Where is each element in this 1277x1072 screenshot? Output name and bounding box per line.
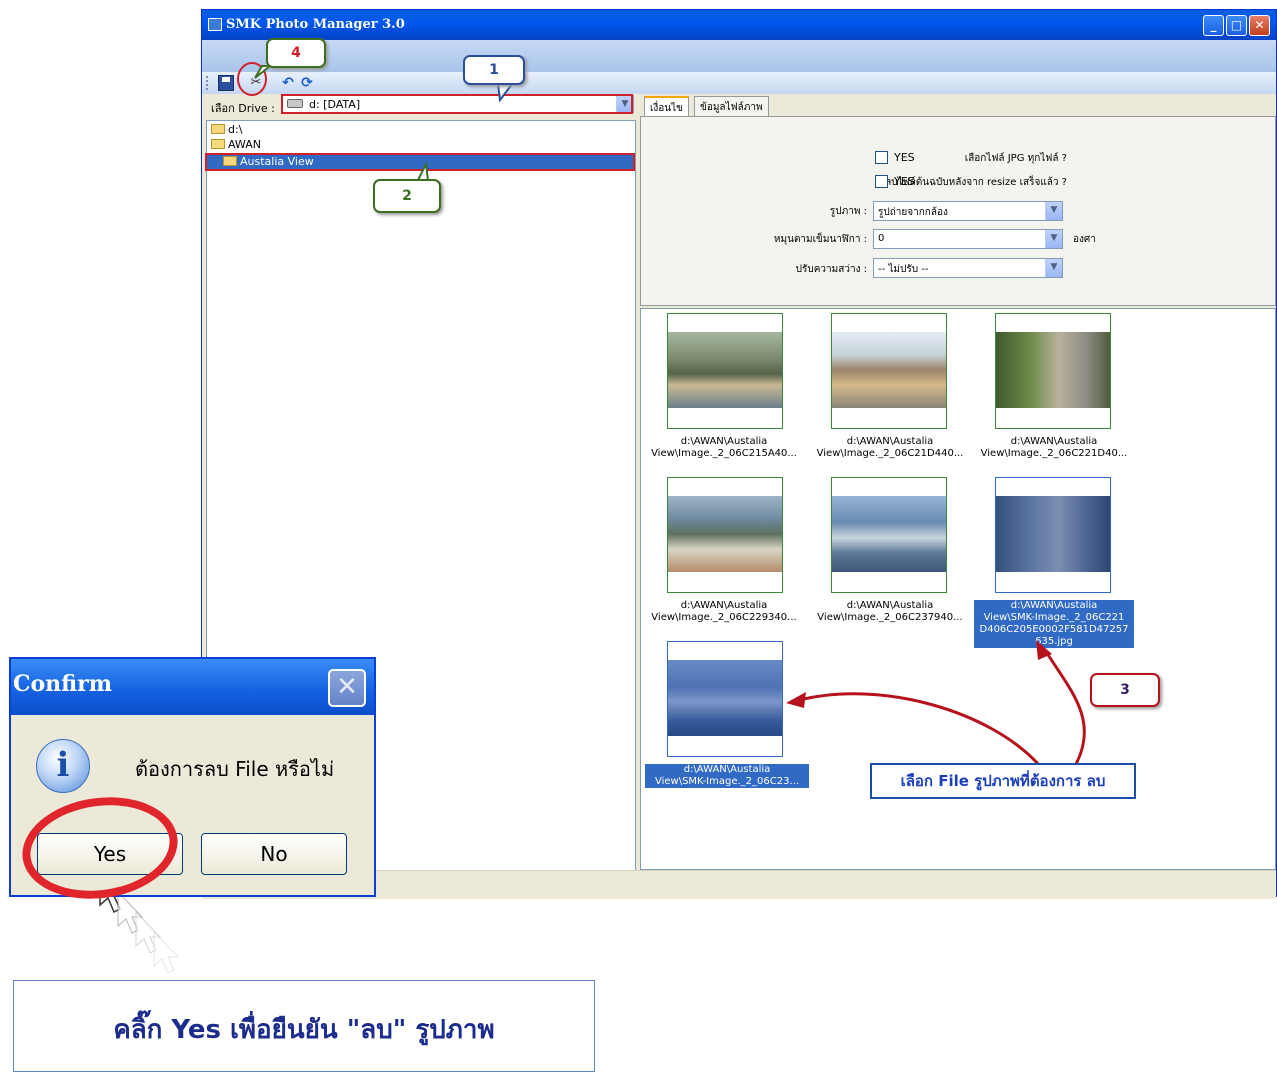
tree-item-root[interactable]: d:\ (211, 123, 242, 137)
refresh-icon[interactable]: ⟳ (299, 75, 315, 91)
lake-village-image (668, 332, 782, 408)
info-icon: i (36, 739, 90, 793)
thumbnail-caption-6: d:\AWAN\Austalia View\SMK-Image._2_06C221… (974, 600, 1134, 648)
caption-line: d:\AWAN\Austalia (680, 600, 768, 611)
cursor-trail-icon (153, 930, 180, 974)
thumbnail-3[interactable] (995, 313, 1111, 429)
street-image-selected (996, 496, 1110, 572)
select-all-label: เลือกไฟล์ JPG ทุกไฟล์ ? (964, 153, 1067, 164)
folder-highlight-box (205, 153, 635, 171)
undo-icon[interactable]: ↶ (280, 75, 296, 91)
no-button[interactable]: No (201, 833, 347, 875)
dialog-title: Confirm (13, 671, 113, 697)
delete-original-checkbox[interactable] (875, 175, 888, 188)
tree-item-label: d:\ (228, 123, 243, 136)
caption-line: 635.jpg (1035, 636, 1073, 647)
tree-item-awan[interactable]: AWAN (211, 138, 261, 152)
caption-line: View\SMK-Image._2_06C221 (983, 612, 1125, 623)
caption-line: d:\AWAN\Austalia (846, 436, 934, 447)
callout-3: 3 (1090, 673, 1160, 707)
dialog-message: ต้องการลบ File หรือไม่ (135, 757, 335, 781)
select-all-yes-text: YES (894, 151, 915, 164)
caption-line: d:\AWAN\Austalia (1010, 436, 1098, 447)
thumbnail-1[interactable] (667, 313, 783, 429)
rotate-unit: องศา (1073, 234, 1096, 245)
caption-line: View\Image._2_06C229340... (651, 612, 797, 623)
thumbnail-caption-3: d:\AWAN\Austalia View\Image._2_06C221D40.… (971, 436, 1137, 460)
chevron-down-icon[interactable]: ▼ (1045, 202, 1062, 220)
thumbnail-caption-7: d:\AWAN\Austalia View\SMK-Image._2_06C23.… (645, 764, 809, 788)
thumbnail-caption-1: d:\AWAN\Austalia View\Image._2_06C215A40.… (641, 436, 807, 460)
brightness-label: ปรับความสว่าง : (795, 264, 867, 275)
app-icon (208, 18, 222, 31)
image-type-label: รูปภาพ : (829, 206, 867, 217)
chevron-down-icon[interactable]: ▼ (1045, 230, 1062, 248)
caption-line: D406C205E0002F581D47257 (979, 624, 1129, 635)
callout-1: 1 (463, 55, 525, 85)
save-icon[interactable] (218, 75, 234, 91)
cut-highlight-ring (237, 62, 267, 96)
church-lake-image (668, 496, 782, 572)
thumbnail-4[interactable] (667, 477, 783, 593)
toolbar: ✂ ↶ ⟳ (202, 72, 1276, 94)
chevron-down-icon[interactable]: ▼ (1045, 259, 1062, 277)
menu-band (202, 40, 1276, 72)
thumbnail-caption-5: d:\AWAN\Austalia View\Image._2_06C237940.… (807, 600, 973, 624)
caption-line: View\Image._2_06C21D440... (816, 448, 964, 459)
thumbnail-caption-4: d:\AWAN\Austalia View\Image._2_06C229340.… (641, 600, 807, 624)
image-type-value: รูปถ่ายจากกล้อง (878, 207, 948, 218)
brightness-value: -- ไม่ปรับ -- (878, 264, 929, 275)
toolbar-grip (206, 76, 210, 90)
caption-line: View\SMK-Image._2_06C23... (654, 776, 800, 787)
tab-conditions[interactable]: เงื่อนไข (644, 96, 690, 116)
cursor-trail-icon (117, 890, 144, 934)
rotate-select[interactable]: 0 ▼ (873, 229, 1063, 249)
close-button[interactable]: ✕ (1249, 15, 1270, 36)
winter-village-image (832, 496, 946, 572)
callout-4: 4 (266, 38, 326, 68)
delete-original-yes-text: YES (894, 175, 915, 188)
drive-label: เลือก Drive : (211, 102, 275, 115)
minimize-button[interactable]: _ (1203, 15, 1224, 36)
select-file-note: เลือก File รูปภาพที่ต้องการ ลบ (870, 763, 1136, 799)
instruction-box: คลิ๊ก Yes เพื่อยืนยัน "ลบ" รูปภาพ (13, 980, 595, 1072)
rotate-label: หมุนตามเข็มนาฬิกา : (773, 234, 867, 245)
instruction-text: คลิ๊ก Yes เพื่อยืนยัน "ลบ" รูปภาพ (113, 1015, 495, 1045)
drive-highlight-box (281, 94, 633, 114)
caption-line: d:\AWAN\Austalia (846, 600, 934, 611)
conditions-panel: เลือกไฟล์ JPG ทุกไฟล์ ? YES ลบไฟล์ต้นฉบั… (640, 116, 1276, 306)
caption-line: View\Image._2_06C237940... (817, 612, 963, 623)
thumbnail-2[interactable] (831, 313, 947, 429)
tab-file-info[interactable]: ข้อมูลไฟล์ภาพ (694, 96, 769, 116)
title-bar[interactable]: SMK Photo Manager 3.0 _ □ ✕ (202, 10, 1276, 40)
thumbnail-6[interactable] (995, 477, 1111, 593)
caption-line: d:\AWAN\Austalia (1010, 600, 1098, 611)
maximize-button[interactable]: □ (1226, 15, 1247, 36)
caption-line: d:\AWAN\Austalia (683, 764, 771, 775)
cursor-trail-icon (135, 910, 162, 954)
thumbnail-caption-2: d:\AWAN\Austalia View\Image._2_06C21D440.… (807, 436, 973, 460)
folder-open-icon (211, 124, 225, 134)
callout-2: 2 (373, 179, 441, 213)
lake-image-selected (668, 660, 782, 736)
thumbnail-5[interactable] (831, 477, 947, 593)
tab-strip: เงื่อนไข ข้อมูลไฟล์ภาพ (640, 94, 1276, 116)
thumbnail-7[interactable] (667, 641, 783, 757)
folder-open-icon (211, 139, 225, 149)
dialog-title-bar[interactable]: Confirm ✕ (11, 659, 374, 715)
flower-street-image (996, 332, 1110, 408)
image-type-select[interactable]: รูปถ่ายจากกล้อง ▼ (873, 201, 1063, 221)
caption-line: View\Image._2_06C215A40... (651, 448, 797, 459)
select-all-checkbox[interactable] (875, 151, 888, 164)
rotate-value: 0 (878, 233, 885, 244)
brightness-select[interactable]: -- ไม่ปรับ -- ▼ (873, 258, 1063, 278)
caption-line: d:\AWAN\Austalia (680, 436, 768, 447)
dialog-close-button[interactable]: ✕ (328, 669, 366, 707)
tree-item-label: AWAN (228, 138, 261, 151)
town-square-image (832, 332, 946, 408)
window-title: SMK Photo Manager 3.0 (226, 17, 405, 32)
caption-line: View\Image._2_06C221D40... (980, 448, 1128, 459)
